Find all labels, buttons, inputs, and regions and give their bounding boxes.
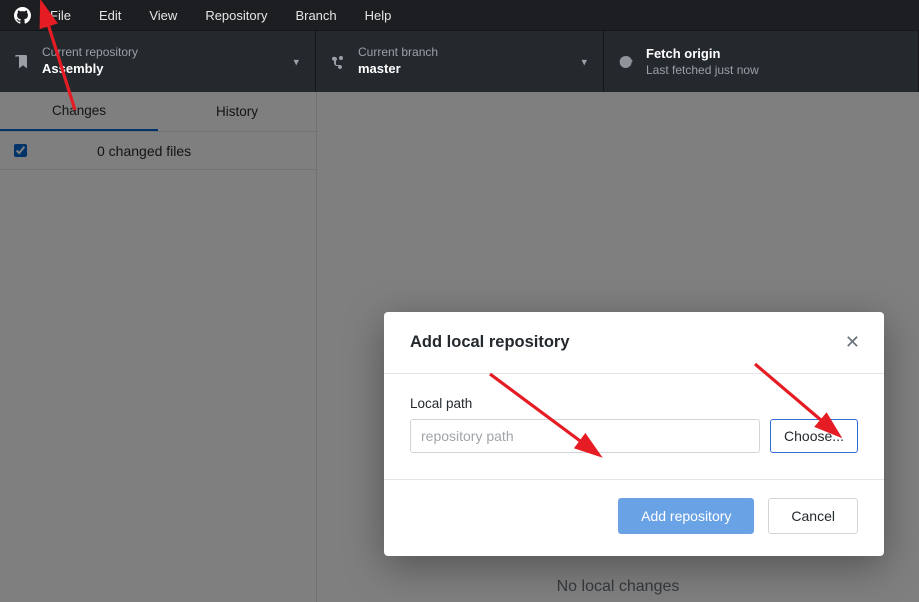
toolbar: Current repository Assembly ▾ Current br…: [0, 30, 919, 92]
menu-repository[interactable]: Repository: [191, 8, 281, 23]
repo-value: Assembly: [42, 61, 103, 76]
menu-help[interactable]: Help: [351, 8, 406, 23]
dialog-body: Local path Choose...: [384, 374, 884, 479]
local-path-label: Local path: [410, 396, 858, 411]
cancel-button[interactable]: Cancel: [768, 498, 858, 534]
menu-view[interactable]: View: [135, 8, 191, 23]
toolbar-current-repository[interactable]: Current repository Assembly ▾: [0, 31, 316, 92]
add-repository-button[interactable]: Add repository: [618, 498, 754, 534]
menu-file[interactable]: File: [36, 8, 85, 23]
dialog-footer: Add repository Cancel: [384, 479, 884, 556]
dialog-header: Add local repository ✕: [384, 312, 884, 374]
branch-icon: [330, 54, 348, 70]
chevron-down-icon: ▾: [581, 55, 587, 68]
add-local-repository-dialog: Add local repository ✕ Local path Choose…: [384, 312, 884, 556]
dialog-title: Add local repository: [410, 333, 570, 352]
repo-icon: [14, 54, 32, 70]
github-logo-icon: [8, 7, 36, 24]
menu-branch[interactable]: Branch: [281, 8, 350, 23]
fetch-label: Fetch origin: [646, 46, 720, 61]
local-path-input[interactable]: [410, 419, 760, 453]
choose-button[interactable]: Choose...: [770, 419, 858, 453]
branch-value: master: [358, 61, 401, 76]
menubar: File Edit View Repository Branch Help: [0, 0, 919, 30]
sync-icon: [618, 54, 636, 70]
chevron-down-icon: ▾: [293, 55, 299, 68]
toolbar-current-branch[interactable]: Current branch master ▾: [316, 31, 604, 92]
branch-label: Current branch: [358, 45, 438, 61]
toolbar-fetch-origin[interactable]: Fetch origin Last fetched just now: [604, 31, 919, 92]
close-icon[interactable]: ✕: [845, 332, 860, 353]
app-body: Changes History 0 changed files No local…: [0, 92, 919, 602]
fetch-value: Last fetched just now: [646, 63, 759, 79]
repo-label: Current repository: [42, 45, 138, 61]
menu-edit[interactable]: Edit: [85, 8, 135, 23]
